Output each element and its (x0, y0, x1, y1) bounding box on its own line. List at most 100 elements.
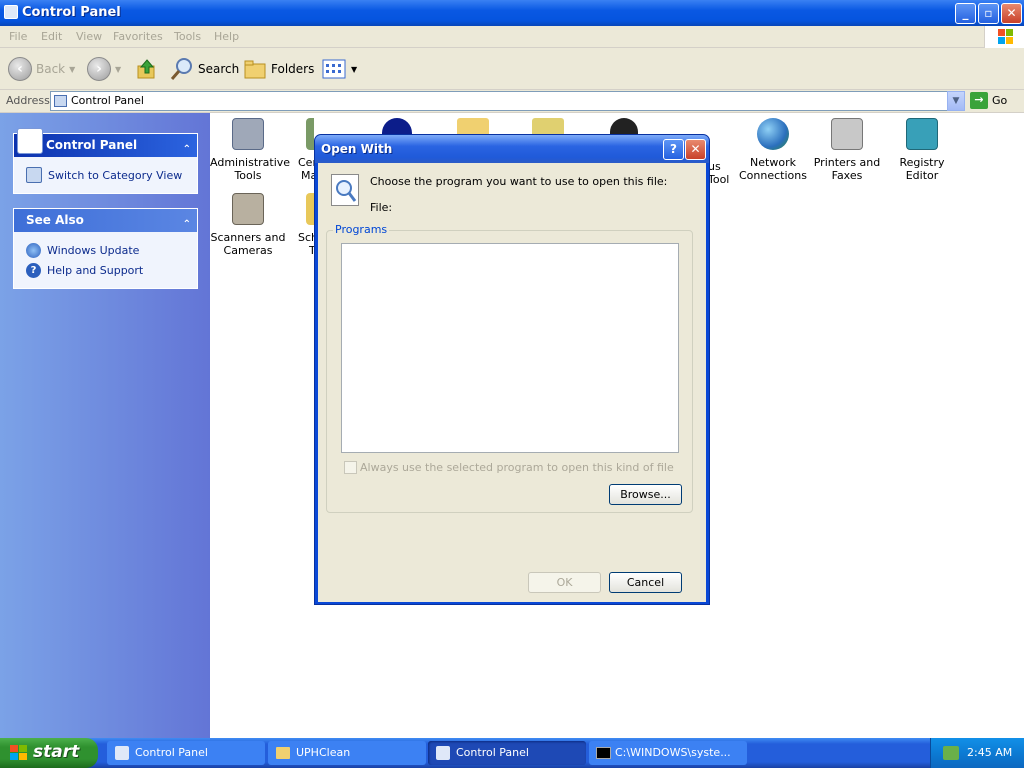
control-panel-icon (115, 746, 129, 760)
command-prompt-icon (596, 747, 611, 759)
taskbar-item-control-panel-active[interactable]: Control Panel (428, 741, 586, 765)
partial-tool-item[interactable]: us Tool (708, 118, 736, 186)
certificate-icon (306, 118, 314, 150)
item-label: Printers and Faxes (813, 156, 881, 182)
registry-cubes-icon (906, 118, 938, 150)
item-label: Registry Editor (899, 156, 945, 182)
forward-button[interactable]: › ▼ (87, 56, 121, 82)
item-label: Sch (298, 231, 314, 244)
file-label: File: (370, 201, 393, 214)
address-label: Address (6, 94, 50, 107)
taskbar-item-command-prompt[interactable]: C:\WINDOWS\syste... (589, 741, 747, 765)
menu-view[interactable]: View (76, 30, 102, 43)
clock: 2:45 AM (967, 746, 1013, 759)
help-and-support-label: Help and Support (47, 263, 144, 277)
help-and-support-link[interactable]: ? Help and Support (26, 260, 197, 280)
taskbar-item-label: C:\WINDOWS\syste... (615, 746, 731, 759)
item-label: Scanners and Cameras (210, 231, 286, 257)
programs-group-label: Programs (333, 223, 390, 236)
certificate-manager-item[interactable]: Cer Ma (293, 118, 314, 182)
menu-edit[interactable]: Edit (41, 30, 62, 43)
item-label: Ma (301, 169, 314, 182)
up-folder-icon (137, 59, 155, 79)
folders-label: Folders (271, 62, 315, 76)
scanners-and-cameras-item[interactable]: Scanners and Cameras (210, 193, 286, 257)
programs-list[interactable] (341, 243, 679, 453)
help-button[interactable]: ? (663, 139, 684, 160)
folder-icon (276, 747, 290, 759)
menu-file[interactable]: File (9, 30, 27, 43)
toolbar: ‹ Back ▼ › ▼ Search Folders ▼ (0, 48, 1024, 90)
close-button[interactable]: ✕ (1001, 3, 1022, 24)
start-button[interactable]: start (0, 738, 98, 768)
taskbar-item-uphclean[interactable]: UPHClean (268, 741, 426, 765)
collapse-icon[interactable]: ⌃ (183, 213, 191, 236)
dialog-close-button[interactable]: ✕ (685, 139, 706, 160)
address-value: Control Panel (71, 94, 144, 107)
administrative-tools-item[interactable]: Administrative Tools (210, 118, 290, 182)
windows-update-link[interactable]: Windows Update (26, 240, 197, 260)
folders-icon (244, 60, 266, 79)
printers-and-faxes-item[interactable]: Printers and Faxes (809, 118, 885, 182)
help-icon: ? (26, 262, 41, 278)
chevron-down-icon: ▼ (69, 64, 76, 74)
switch-view-icon (26, 167, 42, 183)
maximize-button[interactable]: ▫ (978, 3, 999, 24)
dialog-prompt: Choose the program you want to use to op… (370, 175, 668, 188)
see-also-header[interactable]: See Also ⌃ (14, 209, 197, 232)
search-button[interactable]: Search (170, 56, 239, 82)
minimize-button[interactable]: _ (955, 3, 976, 24)
control-panel-section: Control Panel ⌃ Switch to Category View (13, 128, 198, 194)
address-bar: Address Control Panel ▼ → Go (0, 90, 1024, 113)
item-label: Administrative Tools (210, 156, 291, 182)
views-icon (322, 59, 346, 79)
network-globe-icon (757, 118, 789, 150)
views-button[interactable]: ▼ (321, 56, 357, 82)
scheduled-tasks-icon (306, 193, 314, 225)
system-tray: 2:45 AM (930, 738, 1024, 768)
folder-icon (457, 118, 489, 134)
help-circle-icon (382, 118, 412, 134)
address-input[interactable]: Control Panel ▼ (50, 91, 965, 111)
control-panel-section-header[interactable]: Control Panel ⌃ (14, 128, 197, 157)
menu-favorites[interactable]: Favorites (113, 30, 163, 43)
taskbar-item-label: Control Panel (135, 746, 208, 759)
user-icon (610, 118, 638, 134)
folders-button[interactable]: Folders (243, 56, 314, 82)
always-use-checkbox[interactable] (344, 461, 357, 474)
windows-update-label: Windows Update (47, 243, 140, 257)
control-panel-icon (4, 5, 18, 19)
back-button[interactable]: ‹ Back ▼ (8, 56, 75, 82)
switch-category-view-link[interactable]: Switch to Category View (26, 165, 197, 185)
cancel-button[interactable]: Cancel (609, 572, 682, 593)
dialog-title-bar[interactable]: Open With ? ✕ (315, 135, 709, 163)
search-label: Search (198, 62, 240, 76)
registry-editor-item[interactable]: Registry Editor (884, 118, 960, 182)
taskbar-item-label: Control Panel (456, 746, 529, 759)
chevron-down-icon: ▼ (115, 64, 122, 74)
task-pane: Control Panel ⌃ Switch to Category View … (0, 113, 210, 738)
taskbar-item-control-panel[interactable]: Control Panel (107, 741, 265, 765)
forward-arrow-icon: › (87, 57, 111, 81)
item-label: T (309, 244, 314, 257)
browse-button[interactable]: Browse... (609, 484, 682, 505)
window-title-bar[interactable]: Control Panel _ ▫ ✕ (0, 0, 1024, 26)
item-label: Cer (298, 156, 314, 169)
network-tray-icon[interactable] (943, 746, 959, 760)
item-label: us (708, 160, 721, 173)
search-icon (170, 58, 192, 80)
network-connections-item[interactable]: Network Connections (735, 118, 811, 182)
menu-tools[interactable]: Tools (174, 30, 201, 43)
menu-bar: File Edit View Favorites Tools Help (0, 26, 1024, 48)
address-dropdown-button[interactable]: ▼ (947, 91, 965, 111)
menu-help[interactable]: Help (214, 30, 239, 43)
scheduled-tasks-item[interactable]: Sch T (293, 193, 314, 257)
up-folder-button[interactable] (136, 56, 158, 82)
administrative-tools-icon (232, 118, 264, 150)
dialog-title: Open With (321, 142, 393, 156)
collapse-icon[interactable]: ⌃ (183, 138, 191, 161)
go-button[interactable]: → Go (970, 92, 1007, 109)
windows-update-icon (26, 242, 41, 258)
item-label: Tool (708, 173, 730, 186)
ok-button[interactable]: OK (528, 572, 601, 593)
